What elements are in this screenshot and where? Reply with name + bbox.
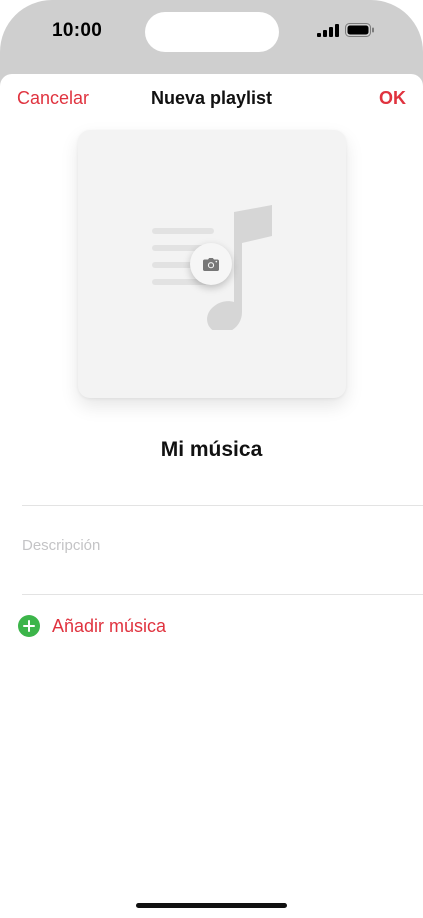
playlist-artwork[interactable]: [78, 130, 346, 398]
home-indicator[interactable]: [136, 903, 287, 908]
new-playlist-sheet: Cancelar Nueva playlist OK Mi música Des…: [0, 74, 423, 918]
add-music-button[interactable]: Añadir música: [18, 614, 166, 638]
divider: [22, 594, 423, 595]
playlist-name-field[interactable]: Mi música: [0, 438, 423, 462]
phone-frame: 10:00 Cancelar Nueva playlist OK Mi músi…: [0, 0, 423, 918]
add-music-label: Añadir música: [52, 615, 167, 636]
camera-icon: [203, 257, 219, 271]
battery-icon: [345, 23, 374, 37]
status-icons: [317, 23, 375, 37]
plus-circle-icon: [18, 615, 40, 637]
signal-icon: [317, 23, 339, 37]
add-photo-button[interactable]: [190, 243, 232, 285]
nav-bar: Cancelar Nueva playlist OK: [0, 74, 423, 124]
divider: [22, 505, 423, 506]
dynamic-island: [145, 12, 279, 52]
status-bar: 10:00: [0, 0, 423, 74]
description-field[interactable]: Descripción: [22, 537, 100, 554]
cancel-button[interactable]: Cancelar: [17, 88, 89, 109]
status-time: 10:00: [52, 20, 103, 41]
ok-button[interactable]: OK: [379, 88, 406, 109]
